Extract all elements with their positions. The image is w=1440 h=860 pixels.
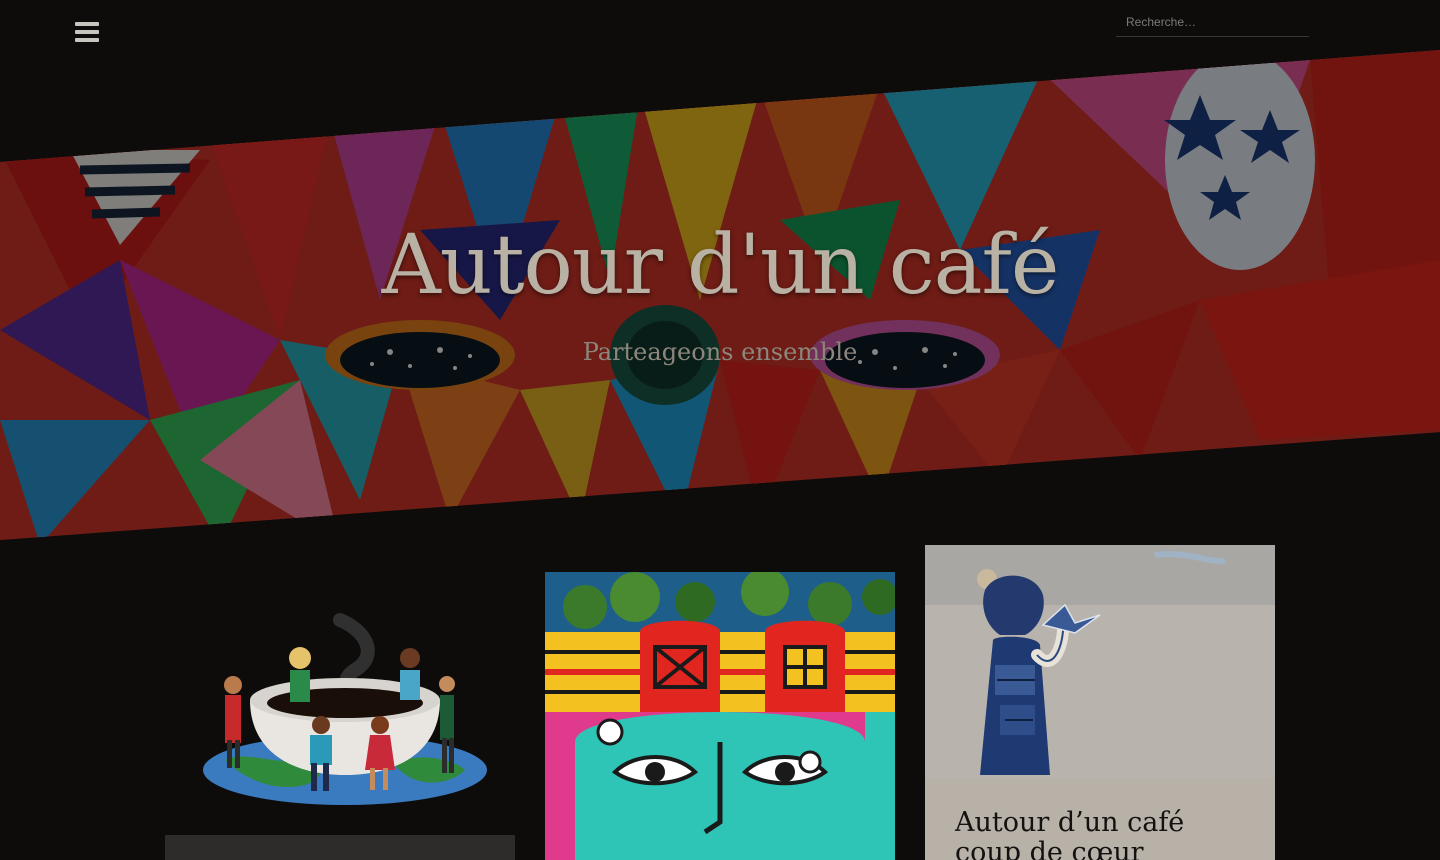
post-card-2[interactable]: [545, 572, 895, 860]
site-title[interactable]: Autour d'un café: [0, 218, 1440, 313]
post-card-1-text: [165, 835, 515, 860]
colorful-street-mural: [545, 572, 895, 860]
coffee-cup-people-illustration: [165, 600, 515, 840]
post-card-3[interactable]: Autour d’un café coup de cœur: [925, 545, 1275, 860]
post-card-3-text: Autour d’un café coup de cœur: [925, 778, 1275, 860]
girl-paper-crane-graffiti: [925, 545, 1275, 778]
post-card-1-title[interactable]: [165, 835, 515, 860]
hamburger-menu-icon[interactable]: [75, 22, 99, 44]
post-card-3-title[interactable]: Autour d’un café coup de cœur: [925, 778, 1275, 860]
post-card-1[interactable]: [165, 600, 515, 860]
search-box: [1116, 8, 1309, 37]
search-input[interactable]: [1116, 8, 1309, 36]
site-tagline: Parteageons ensemble: [582, 338, 858, 366]
